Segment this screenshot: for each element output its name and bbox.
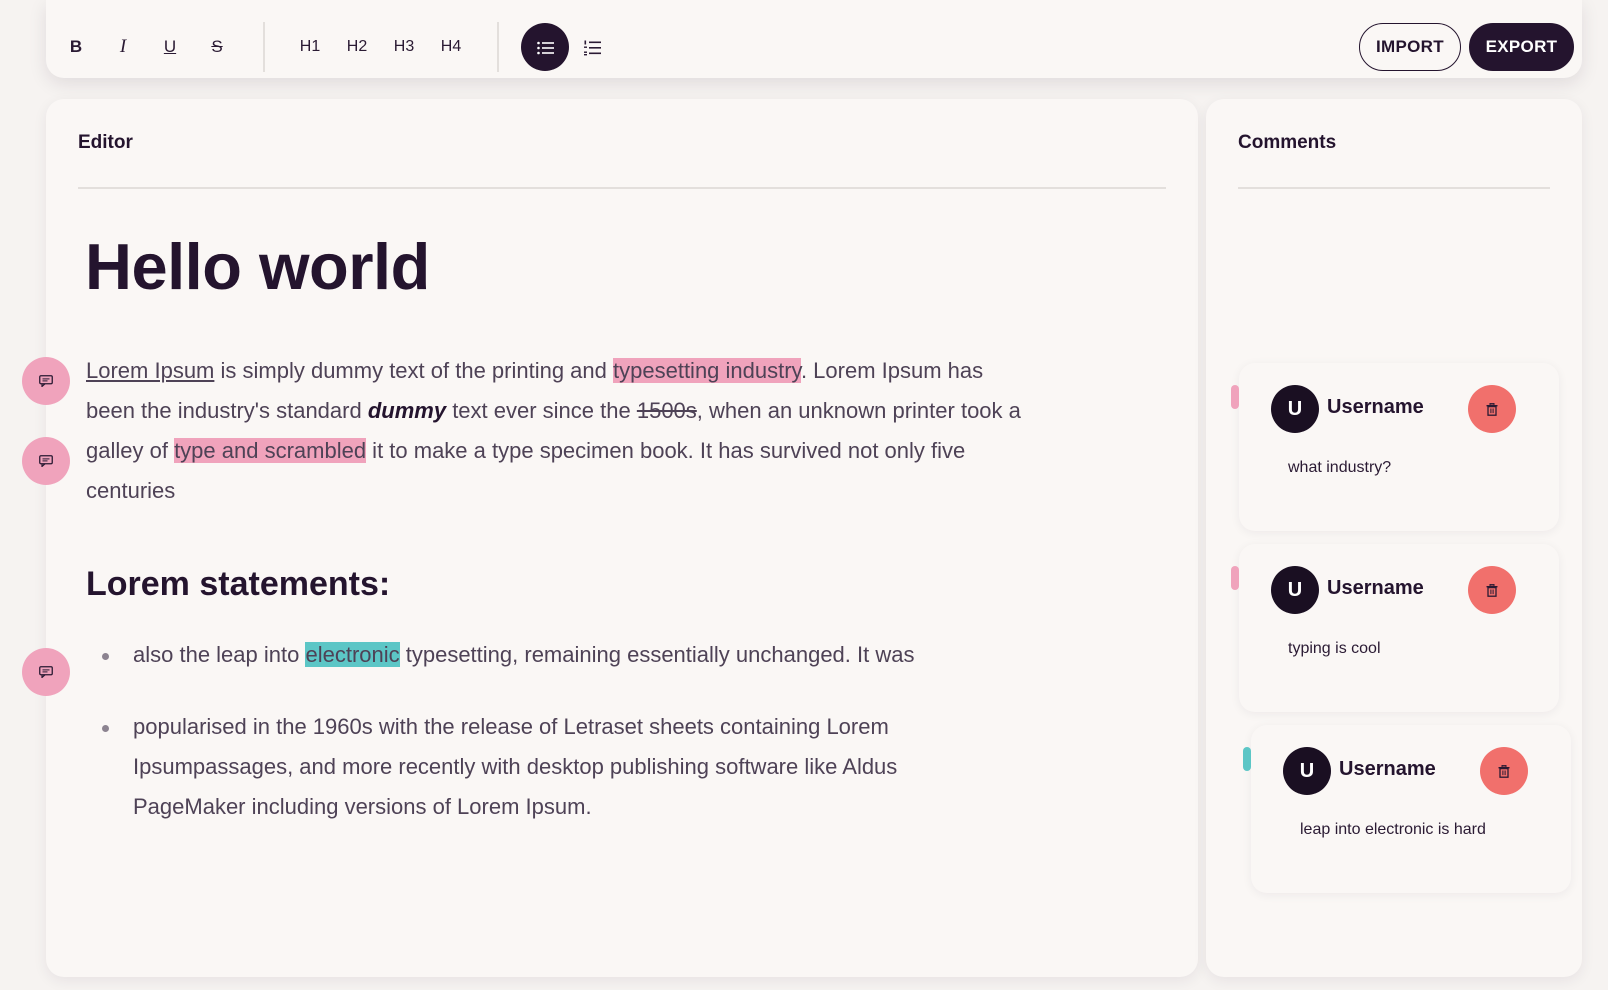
numbered-list-icon: [583, 40, 601, 55]
comment-text: what industry?: [1288, 459, 1392, 476]
comment-color-bar: [1243, 747, 1251, 771]
comments-title: Comments: [1238, 132, 1337, 153]
comment-icon: [39, 666, 53, 678]
bold-italic-text: dummy: [367, 398, 447, 423]
import-button[interactable]: IMPORT: [1359, 23, 1461, 71]
comment-card[interactable]: U Username what industry?: [1231, 363, 1559, 531]
commented-highlight[interactable]: electronic: [305, 642, 400, 667]
comment-icon: [39, 455, 53, 467]
comment-marker[interactable]: [22, 437, 70, 485]
editor-divider: [78, 187, 1166, 189]
comment-color-bar: [1231, 385, 1239, 409]
avatar: U: [1283, 747, 1331, 795]
strikethrough-text: 1500s: [636, 398, 697, 423]
delete-comment-button[interactable]: [1468, 385, 1516, 433]
export-button[interactable]: EXPORT: [1469, 23, 1574, 71]
list-item[interactable]: also the leap into electronic typesettin…: [86, 635, 986, 675]
numbered-list-button[interactable]: [568, 23, 616, 71]
bullet-list: also the leap into electronic typesettin…: [86, 635, 986, 859]
list-item[interactable]: popularised in the 1960s with the releas…: [86, 707, 986, 827]
comment-text: leap into electronic is hard: [1300, 821, 1486, 838]
comments-panel: Comments U Username what industry? U Use…: [1206, 99, 1582, 977]
delete-comment-button[interactable]: [1468, 566, 1516, 614]
trash-icon: [1498, 764, 1510, 778]
comment-text: typing is cool: [1288, 640, 1381, 657]
avatar: U: [1271, 566, 1319, 614]
document-paragraph[interactable]: Lorem Ipsum is simply dummy text of the …: [86, 351, 1036, 511]
document-heading[interactable]: Hello world: [85, 229, 430, 304]
trash-icon: [1486, 402, 1498, 416]
toolbar-divider: [497, 22, 499, 72]
comment-card[interactable]: U Username leap into electronic is hard: [1243, 725, 1571, 893]
h3-button[interactable]: H3: [380, 23, 428, 71]
comment-icon: [39, 375, 53, 387]
list-item-text: also the leap into: [133, 642, 306, 667]
strikethrough-button[interactable]: S: [193, 23, 241, 71]
editor-panel: Editor Hello world Lorem Ipsum is simply…: [46, 99, 1198, 977]
document-subheading[interactable]: Lorem statements:: [86, 565, 390, 604]
italic-button[interactable]: I: [99, 23, 147, 71]
toolbar-divider: [263, 22, 265, 72]
list-item-text: typesetting, remaining essentially uncha…: [399, 642, 915, 667]
editor-title: Editor: [78, 132, 133, 153]
comment-color-bar: [1231, 566, 1239, 590]
link-text[interactable]: Lorem Ipsum: [86, 358, 214, 383]
comment-marker[interactable]: [22, 648, 70, 696]
list-item-text: popularised in the 1960s with the releas…: [133, 714, 898, 819]
comment-username: Username: [1339, 758, 1436, 780]
paragraph-text: is simply dummy text of the printing and: [214, 358, 614, 383]
commented-highlight[interactable]: typesetting industry: [613, 358, 801, 383]
comment-marker[interactable]: [22, 357, 70, 405]
commented-highlight[interactable]: type and scrambled: [174, 438, 367, 463]
bullet-list-button[interactable]: [521, 23, 569, 71]
h4-button[interactable]: H4: [427, 23, 475, 71]
comment-card[interactable]: U Username typing is cool: [1231, 544, 1559, 712]
comments-divider: [1238, 187, 1550, 189]
h1-button[interactable]: H1: [286, 23, 334, 71]
comment-username: Username: [1327, 396, 1424, 418]
bullet-list-icon: [536, 41, 554, 54]
h2-button[interactable]: H2: [333, 23, 381, 71]
bold-button[interactable]: B: [52, 23, 100, 71]
paragraph-text: text ever since the: [446, 398, 637, 423]
toolbar: B I U S H1 H2 H3 H4 IMPORT EXPORT: [46, 0, 1582, 78]
underline-button[interactable]: U: [146, 23, 194, 71]
delete-comment-button[interactable]: [1480, 747, 1528, 795]
avatar: U: [1271, 385, 1319, 433]
trash-icon: [1486, 583, 1498, 597]
comment-username: Username: [1327, 577, 1424, 599]
